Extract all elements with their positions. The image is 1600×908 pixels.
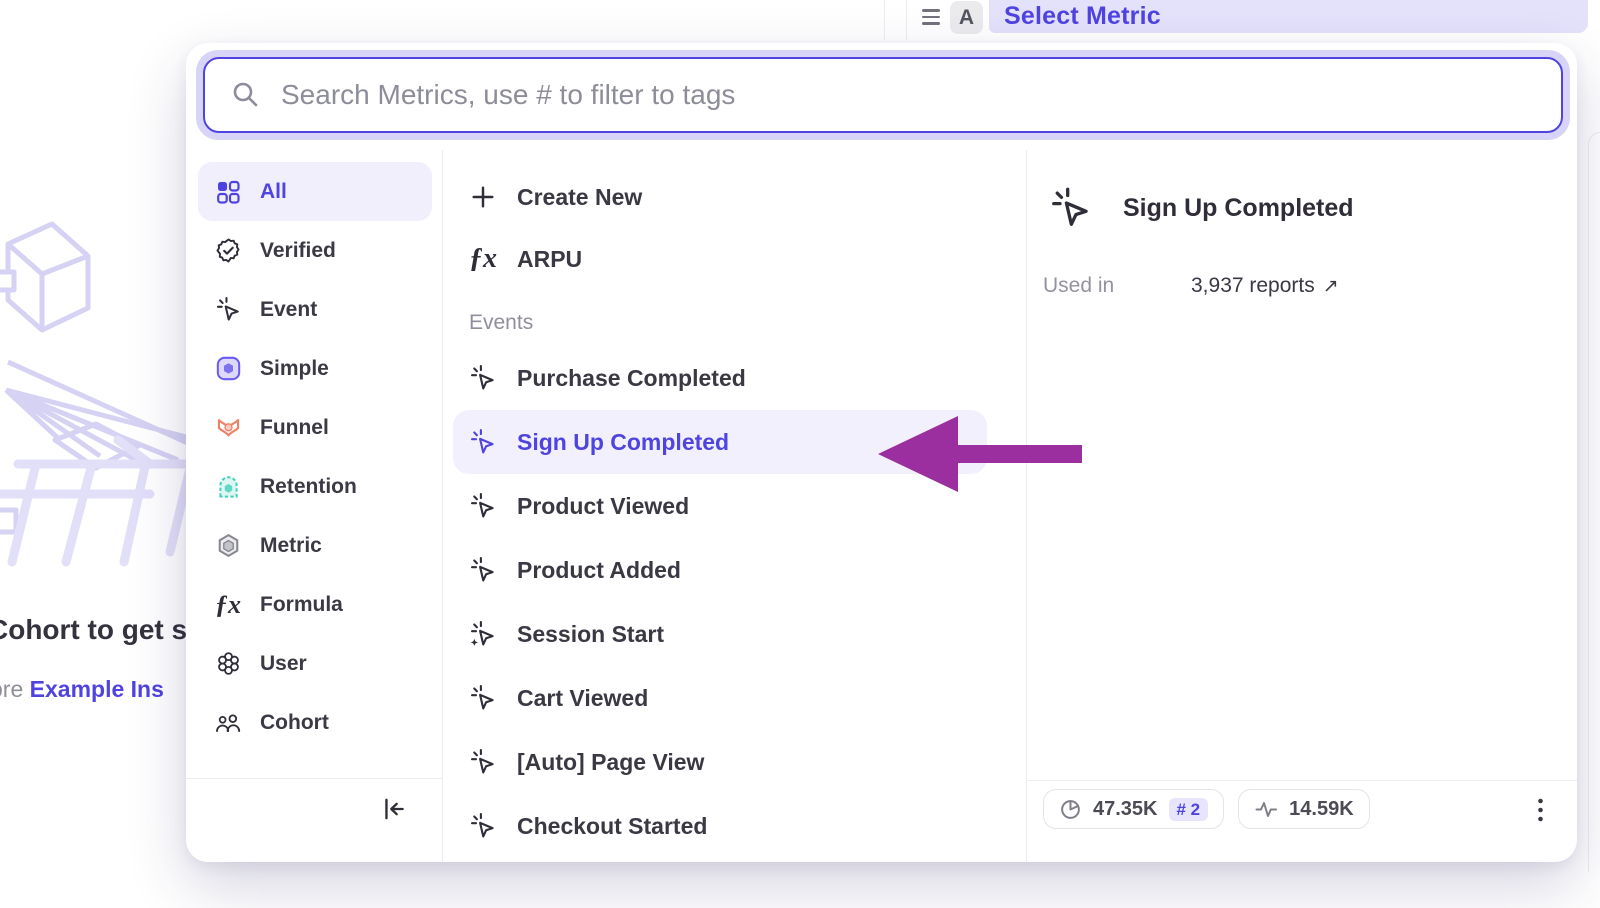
list-item-product-viewed[interactable]: Product Viewed bbox=[453, 474, 987, 538]
total-count-pill[interactable]: 47.35K # 2 bbox=[1043, 789, 1224, 829]
sidebar-item-label: Event bbox=[260, 298, 317, 322]
sidebar-item-formula[interactable]: ƒx Formula bbox=[198, 575, 432, 634]
example-insights-link[interactable]: Example Ins bbox=[30, 676, 164, 702]
sidebar-item-label: Cohort bbox=[260, 711, 329, 735]
grid-icon bbox=[214, 178, 242, 206]
detail-footer: 47.35K # 2 14.59K bbox=[1027, 780, 1577, 862]
retention-icon bbox=[214, 473, 242, 501]
activity-count-pill[interactable]: 14.59K bbox=[1238, 789, 1370, 829]
pie-chart-icon bbox=[1059, 798, 1082, 821]
sidebar-item-label: Funnel bbox=[260, 416, 329, 440]
list-item-product-added[interactable]: Product Added bbox=[453, 538, 987, 602]
used-in-reports-link[interactable]: 3,937 reports bbox=[1191, 274, 1315, 298]
screen: A Select Metric Cohort to get s ore Exam… bbox=[0, 0, 1600, 908]
list-item-sign-up-completed[interactable]: Sign Up Completed bbox=[453, 410, 987, 474]
user-flower-icon bbox=[214, 650, 242, 678]
search-focus-ring bbox=[196, 50, 1570, 140]
background-panel-edge bbox=[1588, 132, 1600, 872]
select-metric-field[interactable]: Select Metric bbox=[989, 0, 1588, 33]
event-cursor-icon bbox=[469, 684, 497, 712]
list-item-purchase-completed[interactable]: Purchase Completed bbox=[453, 346, 987, 410]
used-in-label: Used in bbox=[1043, 274, 1191, 298]
list-item-arpu[interactable]: ƒx ARPU bbox=[453, 228, 1026, 290]
sidebar-item-all[interactable]: All bbox=[198, 162, 432, 221]
sidebar-item-cohort[interactable]: Cohort bbox=[198, 693, 432, 752]
simple-icon bbox=[214, 355, 242, 383]
background-subline: ore Example Ins bbox=[0, 676, 164, 703]
sidebar-item-label: Formula bbox=[260, 593, 343, 617]
search-icon bbox=[231, 80, 261, 110]
create-new-button[interactable]: Create New bbox=[453, 166, 1026, 228]
series-a-badge: A bbox=[950, 1, 983, 34]
sidebar-item-label: Simple bbox=[260, 357, 329, 381]
sidebar-item-user[interactable]: User bbox=[198, 634, 432, 693]
metric-selector-dialog: All Verified Event bbox=[186, 43, 1577, 862]
list-item-cart-viewed[interactable]: Cart Viewed bbox=[453, 666, 987, 730]
metric-list: Create New ƒx ARPU Events Purchase Compl… bbox=[443, 150, 1027, 862]
select-metric-label: Select Metric bbox=[1004, 2, 1161, 31]
event-cursor-icon bbox=[469, 556, 497, 584]
event-cursor-star-icon bbox=[469, 620, 497, 648]
sidebar-item-funnel[interactable]: Funnel bbox=[198, 398, 432, 457]
plus-icon bbox=[469, 183, 497, 211]
sidebar-item-simple[interactable]: Simple bbox=[198, 339, 432, 398]
rank-badge: # 2 bbox=[1169, 798, 1209, 821]
event-cursor-icon bbox=[214, 296, 242, 324]
sidebar-item-label: Retention bbox=[260, 475, 357, 499]
sidebar-item-metric[interactable]: Metric bbox=[198, 516, 432, 575]
sidebar-item-event[interactable]: Event bbox=[198, 280, 432, 339]
detail-title: Sign Up Completed bbox=[1123, 194, 1354, 223]
formula-icon: ƒx bbox=[469, 245, 497, 273]
event-cursor-icon bbox=[1049, 186, 1093, 230]
formula-icon: ƒx bbox=[214, 591, 242, 619]
type-filter-sidebar: All Verified Event bbox=[186, 150, 443, 862]
collapse-sidebar-button[interactable] bbox=[376, 791, 412, 827]
background-header-strip: A Select Metric bbox=[0, 0, 1600, 40]
event-cursor-icon bbox=[469, 492, 497, 520]
event-cursor-icon bbox=[469, 364, 497, 392]
search-box[interactable] bbox=[203, 57, 1563, 133]
metric-hexagon-icon bbox=[214, 532, 242, 560]
more-options-button[interactable] bbox=[1529, 797, 1551, 823]
sidebar-footer bbox=[186, 778, 442, 862]
pulse-icon bbox=[1254, 797, 1278, 821]
sidebar-item-label: User bbox=[260, 652, 307, 676]
metric-detail-panel: Sign Up Completed Used in 3,937 reports … bbox=[1027, 150, 1577, 862]
events-section-header: Events bbox=[469, 306, 1026, 340]
funnel-icon bbox=[214, 414, 242, 442]
event-cursor-icon bbox=[469, 812, 497, 840]
stat-value: 14.59K bbox=[1289, 798, 1354, 821]
sidebar-item-label: Verified bbox=[260, 239, 336, 263]
drag-handle-icon[interactable] bbox=[922, 9, 940, 25]
panel-divider bbox=[906, 0, 907, 40]
list-item-checkout-started[interactable]: Checkout Started bbox=[453, 794, 987, 858]
list-item-auto-page-view[interactable]: [Auto] Page View bbox=[453, 730, 987, 794]
list-item-session-start[interactable]: Session Start bbox=[453, 602, 987, 666]
sidebar-item-verified[interactable]: Verified bbox=[198, 221, 432, 280]
event-cursor-icon bbox=[469, 428, 497, 456]
external-link-icon: ↗ bbox=[1323, 275, 1339, 298]
sidebar-item-label: Metric bbox=[260, 534, 322, 558]
sidebar-item-label: All bbox=[260, 180, 287, 204]
sidebar-item-retention[interactable]: Retention bbox=[198, 457, 432, 516]
stat-value: 47.35K bbox=[1093, 798, 1158, 821]
panel-divider bbox=[884, 0, 885, 40]
search-input[interactable] bbox=[281, 79, 1561, 111]
cohort-people-icon bbox=[214, 709, 242, 737]
event-cursor-icon bbox=[469, 748, 497, 776]
background-heading: Cohort to get s bbox=[0, 614, 187, 646]
wireframe-illustration bbox=[0, 212, 200, 582]
link-prefix: ore bbox=[0, 676, 30, 702]
verified-seal-icon bbox=[214, 237, 242, 265]
